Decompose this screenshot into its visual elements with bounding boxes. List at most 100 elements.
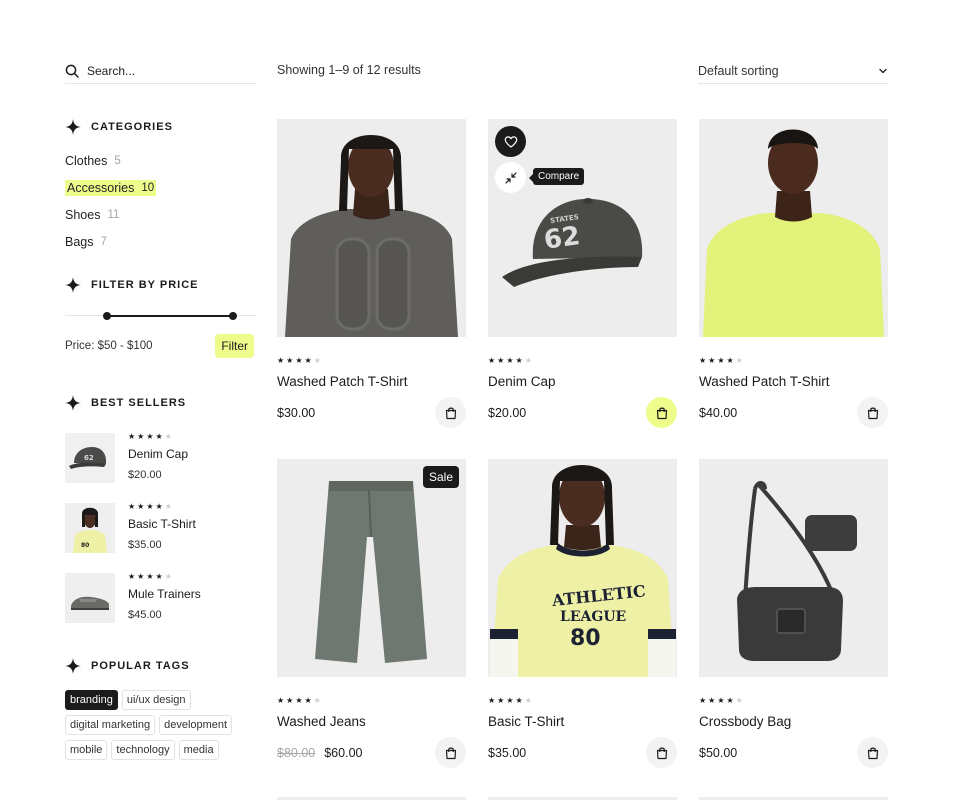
shopping-bag-icon [867, 407, 878, 419]
tag-branding[interactable]: branding [65, 690, 118, 710]
wishlist-button[interactable] [495, 126, 526, 157]
product-card: 62 STATES Compare ★★★★★ Denim Cap $20.00 [488, 119, 677, 429]
product-price: $20.00 [488, 406, 527, 420]
price-range-label: Price: $50 - $100 [65, 340, 153, 352]
rating-stars: ★★★★★ [128, 432, 174, 441]
result-count: Showing 1–9 of 12 results [277, 63, 421, 77]
rating-stars: ★★★★★ [488, 696, 534, 705]
add-to-cart-button[interactable] [435, 737, 466, 768]
search-input[interactable] [87, 63, 247, 78]
tag-ui-ux-design[interactable]: ui/ux design [121, 690, 191, 710]
product-footer: $50.00 [699, 737, 888, 769]
best-seller-info: ★★★★★ Basic T-Shirt $35.00 [128, 503, 196, 552]
best-seller-info: ★★★★★ Mule Trainers $45.00 [128, 573, 201, 622]
product-name[interactable]: Denim Cap [488, 374, 677, 389]
tag-media[interactable]: media [178, 740, 219, 760]
best-seller-info: ★★★★★ Denim Cap $20.00 [128, 432, 188, 482]
category-count: 10 [141, 181, 155, 194]
best-seller-item[interactable]: ★★★★★ Mule Trainers $45.00 [65, 573, 256, 623]
category-highlight: Accessories 10 [65, 179, 157, 196]
add-to-cart-button[interactable] [857, 737, 888, 768]
sparkle-icon [65, 658, 81, 674]
tag-technology[interactable]: technology [111, 740, 175, 760]
best-seller-price: $45.00 [128, 609, 162, 621]
product-name[interactable]: Crossbody Bag [699, 714, 888, 729]
category-label: Shoes [65, 207, 101, 222]
svg-text:LEAGUE: LEAGUE [560, 609, 626, 625]
product-price: $60.00 [324, 746, 363, 760]
sparkle-icon [65, 277, 81, 293]
product-footer: $20.00 [488, 397, 677, 429]
price-filter-title: FILTER BY PRICE [91, 279, 199, 291]
add-to-cart-button[interactable] [646, 397, 677, 428]
category-count: 7 [100, 235, 107, 248]
best-seller-name[interactable]: Mule Trainers [128, 587, 201, 601]
search-bar [65, 58, 256, 84]
filter-button[interactable]: Filter [215, 334, 254, 358]
category-label: Bags [65, 234, 94, 249]
product-name[interactable]: Washed Patch T-Shirt [277, 374, 466, 389]
product-image[interactable]: ATHLETIC LEAGUE 80 [488, 459, 677, 677]
product-image[interactable] [277, 119, 466, 337]
product-thumbnail[interactable]: 62 [65, 433, 115, 483]
heart-icon [504, 135, 517, 148]
rating-stars: ★★★★★ [277, 356, 323, 365]
category-item-bags[interactable]: Bags 7 [65, 228, 156, 255]
best-seller-item[interactable]: 62 ★★★★★ Denim Cap $20.00 [65, 433, 256, 483]
popular-tags-title: POPULAR TAGS [91, 660, 190, 672]
rating-stars: ★★★★★ [277, 696, 323, 705]
sparkle-icon [65, 119, 81, 135]
sorting-select[interactable]: Default sorting [698, 58, 888, 84]
shopping-bag-icon [445, 747, 456, 759]
shopping-bag-icon [656, 747, 667, 759]
rating-stars: ★★★★★ [699, 356, 745, 365]
sale-badge: Sale [422, 466, 459, 488]
tag-digital-marketing[interactable]: digital marketing [65, 715, 156, 735]
add-to-cart-button[interactable] [435, 397, 466, 428]
category-item-accessories[interactable]: Accessories 10 [65, 174, 157, 201]
product-image[interactable] [699, 459, 888, 677]
product-name[interactable]: Basic T-Shirt [488, 714, 677, 729]
compare-button[interactable] [495, 162, 526, 193]
best-sellers-heading: BEST SELLERS [65, 395, 186, 411]
product-name[interactable]: Washed Jeans [277, 714, 466, 729]
product-price: $50.00 [699, 746, 738, 760]
slider-handle-min[interactable] [103, 312, 112, 320]
category-item-clothes[interactable]: Clothes 5 [65, 147, 156, 174]
product-name[interactable]: Washed Patch T-Shirt [699, 374, 888, 389]
best-seller-name[interactable]: Basic T-Shirt [128, 517, 196, 531]
product-footer: $40.00 [699, 397, 888, 429]
product-footer: $80.00 $60.00 [277, 737, 466, 769]
product-old-price: $80.00 [277, 746, 316, 760]
price-range-slider[interactable] [65, 306, 256, 326]
category-label: Clothes [65, 153, 108, 168]
add-to-cart-button[interactable] [646, 737, 677, 768]
sorting-value: Default sorting [698, 63, 779, 78]
best-seller-price: $20.00 [128, 469, 162, 481]
shopping-bag-icon [445, 407, 456, 419]
compare-icon [504, 171, 517, 184]
product-image[interactable] [699, 119, 888, 337]
category-count: 5 [114, 154, 121, 167]
product-image[interactable]: 62 STATES Compare [488, 119, 677, 337]
slider-handle-max[interactable] [229, 312, 238, 320]
category-item-shoes[interactable]: Shoes 11 [65, 201, 156, 228]
price-filter-heading: FILTER BY PRICE [65, 277, 199, 293]
best-seller-name[interactable]: Denim Cap [128, 447, 188, 461]
tag-development[interactable]: development [159, 715, 233, 735]
compare-tooltip: Compare [528, 168, 585, 185]
shopping-bag-icon [867, 747, 878, 759]
search-icon[interactable] [65, 64, 79, 78]
best-seller-item[interactable]: 80 ★★★★★ Basic T-Shirt $35.00 [65, 503, 256, 553]
best-seller-price: $35.00 [128, 539, 162, 551]
price-row: Price: $50 - $100 Filter [65, 334, 256, 358]
product-thumbnail[interactable]: 80 [65, 503, 115, 553]
add-to-cart-button[interactable] [857, 397, 888, 428]
svg-text:80: 80 [570, 626, 601, 651]
product-thumbnail[interactable] [65, 573, 115, 623]
product-card: ATHLETIC LEAGUE 80 ★★★★★ Basic T-Shirt $… [488, 459, 677, 769]
tag-cloud: branding ui/ux design digital marketing … [65, 690, 265, 760]
category-label: Accessories [67, 180, 135, 195]
product-image[interactable]: Sale [277, 459, 466, 677]
tag-mobile[interactable]: mobile [65, 740, 108, 760]
